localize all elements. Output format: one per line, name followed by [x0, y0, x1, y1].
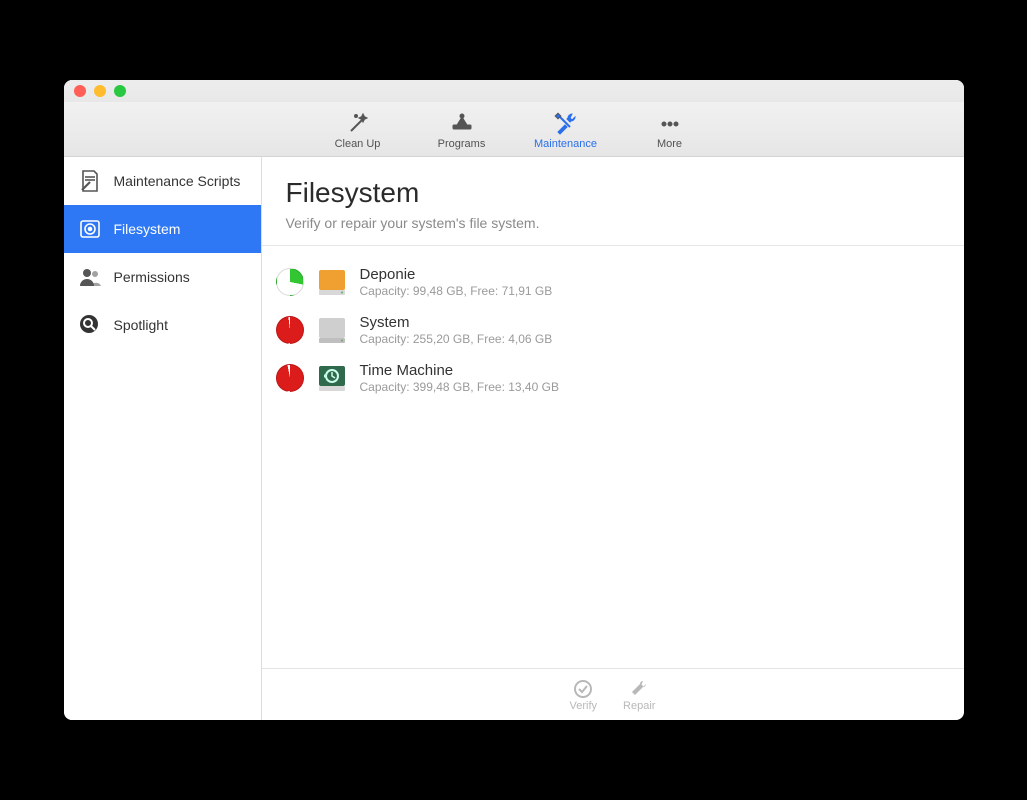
volume-info: Capacity: 99,48 GB, Free: 71,91 GB [360, 284, 553, 298]
wand-icon [345, 110, 371, 138]
titlebar [64, 80, 964, 102]
body: Maintenance Scripts Filesystem [64, 157, 964, 720]
toolbar: Clean Up Programs Maintenan [64, 102, 964, 157]
zoom-button[interactable] [114, 85, 126, 97]
app-window: Clean Up Programs Maintenan [64, 80, 964, 720]
sidebar-item-filesystem[interactable]: Filesystem [64, 205, 261, 253]
usage-pie-icon [276, 316, 304, 344]
page-subtitle: Verify or repair your system's file syst… [286, 215, 940, 231]
sidebar: Maintenance Scripts Filesystem [64, 157, 262, 720]
volume-name: Deponie [360, 266, 553, 283]
volume-row[interactable]: DeponieCapacity: 99,48 GB, Free: 71,91 G… [272, 258, 954, 306]
repair-icon [629, 678, 649, 700]
sidebar-item-label: Filesystem [114, 221, 181, 237]
toolbar-cleanup-label: Clean Up [335, 138, 381, 150]
sidebar-item-label: Spotlight [114, 317, 168, 333]
toolbar-maintenance[interactable]: Maintenance [530, 110, 602, 150]
main-header: Filesystem Verify or repair your system'… [262, 157, 964, 246]
toolbar-programs[interactable]: Programs [426, 110, 498, 150]
tools-icon [553, 110, 579, 138]
volume-text: SystemCapacity: 255,20 GB, Free: 4,06 GB [360, 314, 553, 346]
volume-name: System [360, 314, 553, 331]
toolbar-cleanup[interactable]: Clean Up [322, 110, 394, 150]
disk-icon [76, 215, 104, 243]
volume-disk-icon [316, 362, 348, 394]
toolbar-more[interactable]: More [634, 110, 706, 150]
script-icon [76, 167, 104, 195]
verify-label: Verify [570, 700, 598, 712]
verify-button[interactable]: Verify [570, 678, 598, 712]
close-button[interactable] [74, 85, 86, 97]
toolbar-maintenance-label: Maintenance [534, 138, 597, 150]
usage-pie-icon [276, 364, 304, 392]
repair-label: Repair [623, 700, 655, 712]
volume-text: DeponieCapacity: 99,48 GB, Free: 71,91 G… [360, 266, 553, 298]
volume-list: DeponieCapacity: 99,48 GB, Free: 71,91 G… [262, 246, 964, 668]
volume-info: Capacity: 255,20 GB, Free: 4,06 GB [360, 332, 553, 346]
toolbar-more-label: More [657, 138, 682, 150]
sidebar-item-maintenance-scripts[interactable]: Maintenance Scripts [64, 157, 261, 205]
volume-text: Time MachineCapacity: 399,48 GB, Free: 1… [360, 362, 559, 394]
sidebar-item-permissions[interactable]: Permissions [64, 253, 261, 301]
verify-icon [573, 678, 593, 700]
volume-row[interactable]: SystemCapacity: 255,20 GB, Free: 4,06 GB [272, 306, 954, 354]
window-controls [74, 85, 126, 97]
more-icon [657, 110, 683, 138]
sidebar-item-label: Maintenance Scripts [114, 173, 241, 189]
search-icon [76, 311, 104, 339]
volume-disk-icon [316, 314, 348, 346]
users-icon [76, 263, 104, 291]
volume-info: Capacity: 399,48 GB, Free: 13,40 GB [360, 380, 559, 394]
volume-name: Time Machine [360, 362, 559, 379]
volume-row[interactable]: Time MachineCapacity: 399,48 GB, Free: 1… [272, 354, 954, 402]
toolbar-programs-label: Programs [438, 138, 486, 150]
programs-icon [449, 110, 475, 138]
page-title: Filesystem [286, 177, 940, 209]
footer: Verify Repair [262, 668, 964, 720]
usage-pie-icon [276, 268, 304, 296]
repair-button[interactable]: Repair [623, 678, 655, 712]
sidebar-item-label: Permissions [114, 269, 190, 285]
main-panel: Filesystem Verify or repair your system'… [262, 157, 964, 720]
minimize-button[interactable] [94, 85, 106, 97]
volume-disk-icon [316, 266, 348, 298]
sidebar-item-spotlight[interactable]: Spotlight [64, 301, 261, 349]
